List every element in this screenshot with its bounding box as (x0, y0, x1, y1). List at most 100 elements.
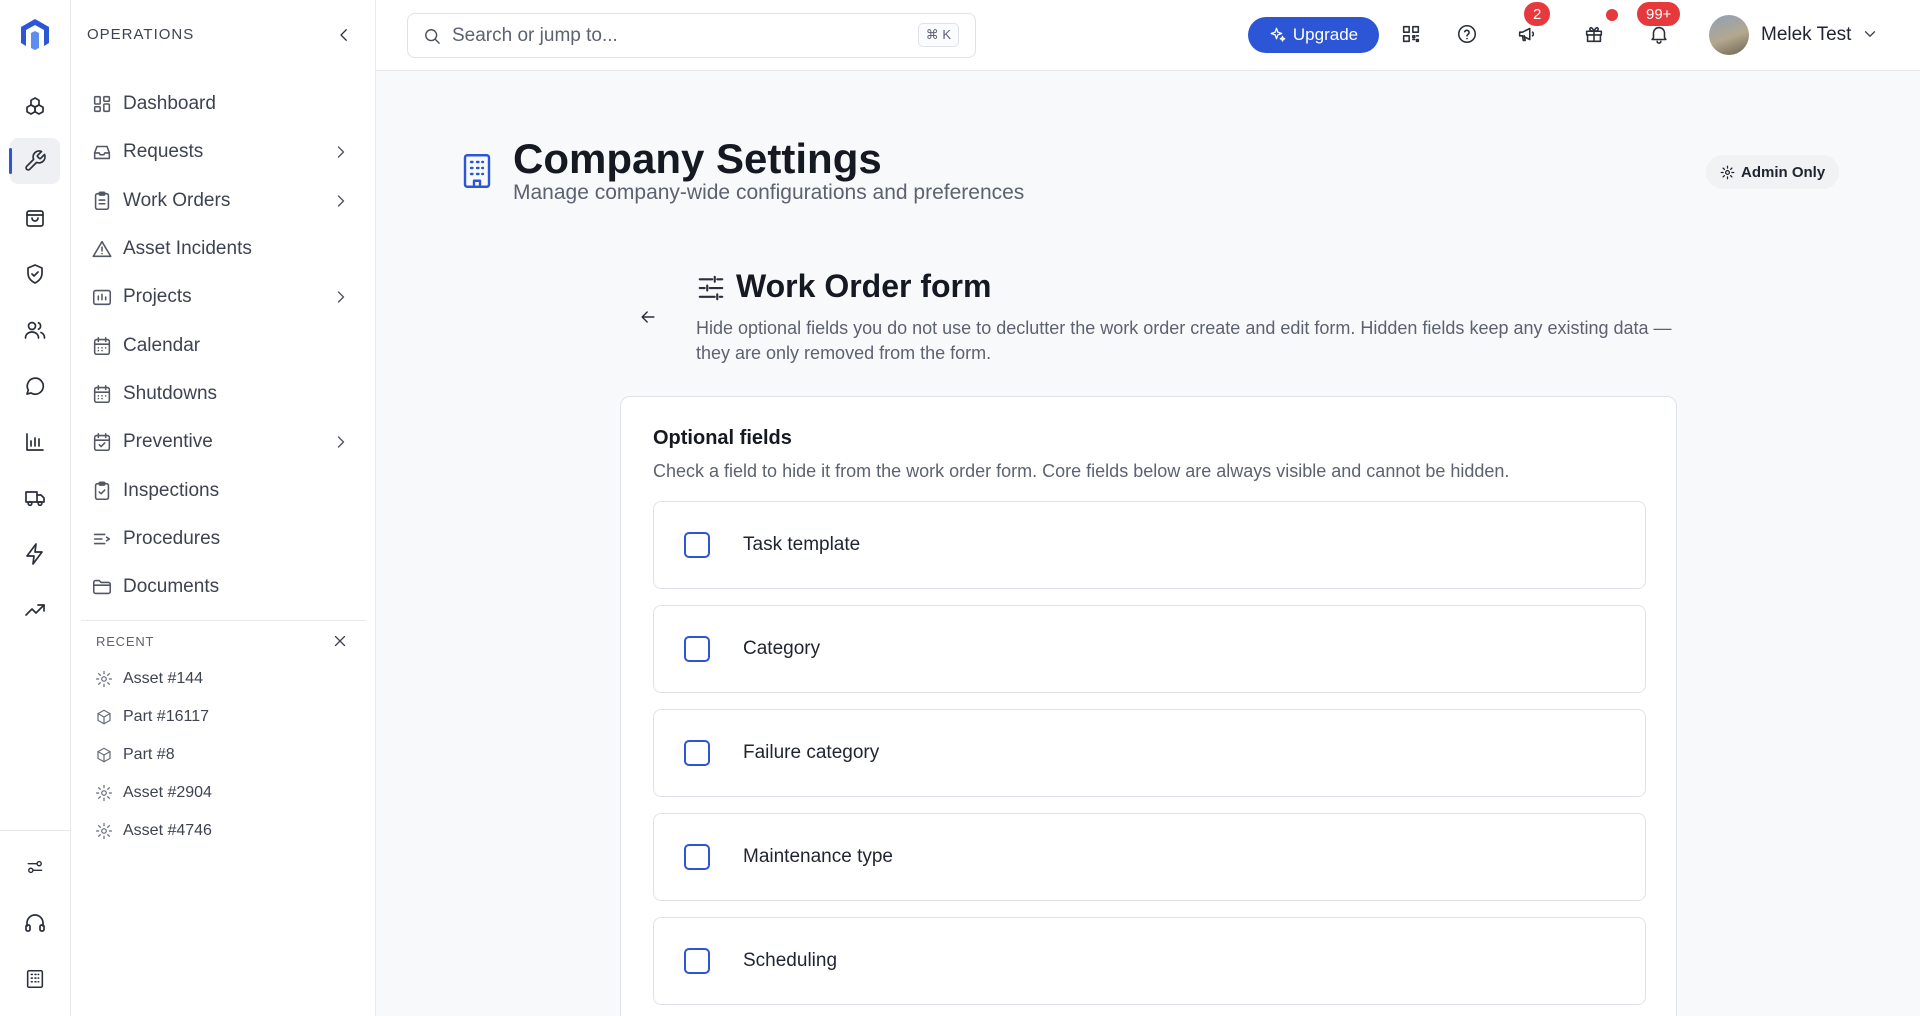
field-option-scheduling[interactable]: Scheduling (653, 917, 1646, 1005)
field-option-category[interactable]: Category (653, 605, 1646, 693)
rail-sliders-icon[interactable] (10, 844, 60, 890)
sidebar-item-work-orders[interactable]: Work Orders (85, 177, 365, 225)
list-icon (91, 528, 113, 550)
section-title: Work Order form (736, 268, 992, 304)
rail-truck-icon[interactable] (10, 475, 60, 521)
recent-item-label: Asset #144 (123, 670, 204, 687)
recent-divider (81, 620, 366, 621)
sidebar-item-preventive[interactable]: Preventive (85, 418, 365, 466)
gift-notification-dot (1606, 9, 1618, 21)
gear-icon (95, 670, 113, 688)
chevron-down-icon[interactable] (1861, 25, 1881, 45)
chevron-right-icon (331, 287, 351, 307)
sliders-icon (696, 273, 726, 303)
gear-icon (95, 822, 113, 840)
chevron-right-icon (331, 191, 351, 211)
sidebar-item-procedures[interactable]: Procedures (85, 515, 365, 563)
sidebar-item-calendar[interactable]: Calendar (85, 321, 365, 369)
search-input[interactable]: Search or jump to... ⌘ K (407, 13, 976, 58)
sidebar-item-projects[interactable]: Projects (85, 273, 365, 321)
qr-code-icon[interactable] (1400, 23, 1424, 47)
sidebar-item-requests[interactable]: Requests (85, 128, 365, 176)
dashboard-icon (91, 93, 113, 115)
sidebar-item-label: Shutdowns (123, 382, 218, 404)
recent-list: Asset #144 Part #16117 Part #8 Asset #29… (95, 660, 212, 850)
cube-icon (95, 708, 113, 726)
rail-chat-icon[interactable] (10, 363, 60, 409)
recent-item[interactable]: Asset #4746 (95, 812, 212, 850)
hide-field-checkbox[interactable] (684, 844, 710, 870)
rail-cubes-icon[interactable] (10, 84, 60, 130)
close-recent-icon[interactable] (331, 632, 351, 652)
sidebar-item-label: Work Orders (123, 189, 231, 211)
hide-field-checkbox[interactable] (684, 636, 710, 662)
inbox-icon (91, 141, 113, 163)
user-name[interactable]: Melek Test (1761, 24, 1851, 46)
rail-wrench-icon[interactable] (9, 138, 60, 184)
sparkle-icon (1269, 26, 1287, 44)
upgrade-label: Upgrade (1292, 25, 1359, 44)
sidebar-item-shutdowns[interactable]: Shutdowns (85, 370, 365, 418)
hide-field-checkbox[interactable] (684, 948, 710, 974)
hide-field-checkbox[interactable] (684, 740, 710, 766)
rail-users-icon[interactable] (10, 307, 60, 353)
warning-icon (91, 238, 113, 260)
sidebar-section-title: OPERATIONS (87, 26, 195, 43)
app-logo[interactable] (17, 16, 53, 52)
clipboard-check-icon (91, 480, 113, 502)
chevron-right-icon (331, 432, 351, 452)
card-title: Optional fields (653, 427, 792, 449)
field-option-label: Scheduling (743, 950, 838, 971)
sidebar-item-label: Asset Incidents (123, 238, 252, 260)
recent-item-label: Asset #4746 (123, 822, 212, 839)
help-icon[interactable] (1456, 23, 1480, 47)
icon-rail (0, 0, 71, 1016)
sidebar: OPERATIONS Dashboard Requests Work Order… (71, 0, 376, 1016)
announcements-badge: 2 (1524, 2, 1551, 26)
sidebar-item-documents[interactable]: Documents (85, 563, 365, 611)
rail-shield-icon[interactable] (10, 251, 60, 297)
gift-icon[interactable] (1583, 23, 1607, 47)
calendar-check-icon (91, 431, 113, 453)
field-option-task-template[interactable]: Task template (653, 501, 1646, 589)
sidebar-item-label: Procedures (123, 527, 221, 549)
sidebar-item-label: Projects (123, 286, 192, 308)
sidebar-item-asset-incidents[interactable]: Asset Incidents (85, 225, 365, 273)
rail-headphones-icon[interactable] (10, 900, 60, 946)
notifications-badge: 99+ (1637, 2, 1681, 26)
rail-lightning-icon[interactable] (10, 531, 60, 577)
rail-bar-chart-icon[interactable] (10, 419, 60, 465)
sidebar-item-label: Preventive (123, 431, 213, 453)
recent-item[interactable]: Part #8 (95, 736, 212, 774)
back-arrow-icon[interactable] (638, 307, 660, 329)
sidebar-item-inspections[interactable]: Inspections (85, 466, 365, 514)
card-description: Check a field to hide it from the work o… (653, 461, 1510, 481)
field-option-failure-category[interactable]: Failure category (653, 709, 1646, 797)
rail-building-icon[interactable] (10, 956, 60, 1002)
field-option-maintenance-type[interactable]: Maintenance type (653, 813, 1646, 901)
gear-icon (95, 784, 113, 802)
recent-item[interactable]: Asset #144 (95, 660, 212, 698)
gear-icon (1720, 165, 1735, 180)
field-option-label: Failure category (743, 742, 880, 763)
main-content: Company Settings Manage company-wide con… (376, 71, 1920, 1016)
recent-title: RECENT (96, 634, 155, 649)
upgrade-button[interactable]: Upgrade (1248, 17, 1379, 53)
cube-icon (95, 746, 113, 764)
sidebar-item-label: Dashboard (123, 93, 216, 115)
search-placeholder: Search or jump to... (452, 24, 618, 46)
rail-shopping-bag-icon[interactable] (10, 195, 60, 241)
collapse-sidebar-icon[interactable] (333, 24, 355, 46)
sidebar-item-dashboard[interactable]: Dashboard (85, 80, 365, 128)
rail-trend-up-icon[interactable] (10, 587, 60, 633)
field-option-label: Category (743, 638, 821, 659)
sidebar-item-label: Documents (123, 576, 220, 598)
bell-icon[interactable] (1648, 23, 1672, 47)
recent-item[interactable]: Asset #2904 (95, 774, 212, 812)
recent-item[interactable]: Part #16117 (95, 698, 212, 736)
megaphone-icon[interactable] (1516, 23, 1540, 47)
rail-divider (0, 830, 71, 831)
avatar[interactable] (1709, 15, 1749, 55)
hide-field-checkbox[interactable] (684, 532, 710, 558)
recent-item-label: Asset #2904 (123, 784, 212, 801)
